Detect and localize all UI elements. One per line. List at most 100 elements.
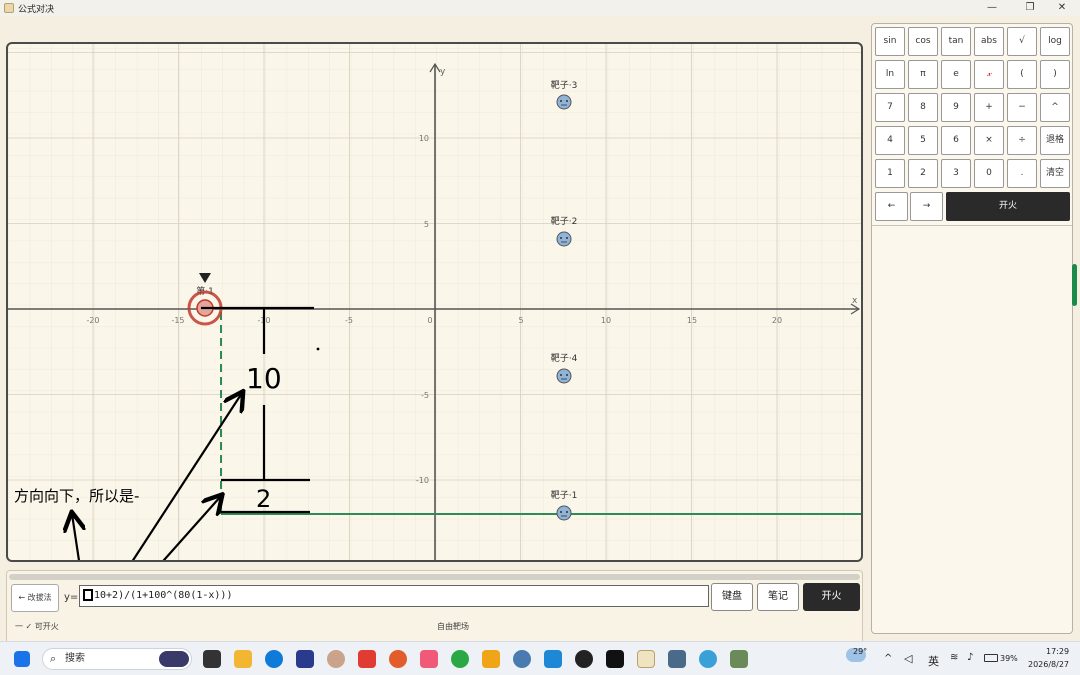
key-log[interactable]: log — [1040, 27, 1070, 56]
key-5[interactable]: 5 — [908, 126, 938, 155]
key-tan[interactable]: tan — [941, 27, 971, 56]
formula-duel-app-icon[interactable] — [637, 650, 655, 668]
send-icon[interactable]: ◁ — [904, 652, 912, 665]
key-power[interactable]: ^ — [1040, 93, 1070, 122]
key-close-paren[interactable]: ) — [1040, 60, 1070, 89]
calculator-icon[interactable] — [668, 650, 686, 668]
vscode-icon[interactable] — [544, 650, 562, 668]
key-1[interactable]: 1 — [875, 159, 905, 188]
x-tick: -20 — [86, 316, 99, 325]
annotation-two: 2 — [256, 485, 271, 513]
cursor-box — [83, 589, 93, 601]
close-button[interactable]: ✕ — [1050, 1, 1074, 15]
game-app-icon[interactable] — [730, 650, 748, 668]
side-scroll-handle[interactable] — [1072, 264, 1077, 306]
key-clear[interactable]: 清空 — [1040, 159, 1070, 188]
key-sin[interactable]: sin — [875, 27, 905, 56]
x-tick: 15 — [687, 316, 697, 325]
key-8[interactable]: 8 — [908, 93, 938, 122]
clock-time[interactable]: 17:29 — [1046, 647, 1069, 656]
key-7[interactable]: 7 — [875, 93, 905, 122]
x-tick: -5 — [345, 316, 353, 325]
f-app-icon[interactable] — [358, 650, 376, 668]
key-cos[interactable]: cos — [908, 27, 938, 56]
notes-button[interactable]: 笔记 — [757, 583, 799, 611]
y-tick: 10 — [419, 134, 429, 143]
key-pi[interactable]: π — [908, 60, 938, 89]
key-6[interactable]: 6 — [941, 126, 971, 155]
key-plus[interactable]: + — [974, 93, 1004, 122]
x-tick: -15 — [171, 316, 184, 325]
x-tick: 20 — [772, 316, 782, 325]
app-icon — [4, 3, 14, 13]
key-abs[interactable]: abs — [974, 27, 1004, 56]
horizontal-scrollbar[interactable] — [9, 574, 860, 580]
top-app-icon[interactable] — [606, 650, 624, 668]
y-tick: -5 — [421, 391, 429, 400]
file-explorer-icon[interactable] — [234, 650, 252, 668]
volume-icon[interactable]: ♪ — [967, 652, 973, 663]
y-tick: -10 — [416, 476, 429, 485]
qq-icon[interactable] — [575, 650, 593, 668]
graph-svg: x y -20 -15 -10 -5 0 5 10 15 20 10 5 -5 … — [8, 44, 861, 560]
fire-button[interactable]: 开火 — [803, 583, 860, 611]
key-open-paren[interactable]: ( — [1007, 60, 1037, 89]
x-tick: 0 — [427, 316, 432, 325]
tray-expand-icon[interactable]: ^ — [884, 653, 892, 664]
key-right-arrow[interactable]: → — [910, 192, 943, 221]
target-label: 靶子·4 — [551, 352, 578, 364]
window-title: 公式对决 — [18, 5, 55, 15]
key-dot[interactable]: . — [1007, 159, 1037, 188]
key-3[interactable]: 3 — [941, 159, 971, 188]
key-fire[interactable]: 开火 — [946, 192, 1070, 221]
green-app-icon[interactable] — [451, 650, 469, 668]
wifi-icon[interactable]: ≋ — [950, 652, 958, 663]
key-0[interactable]: 0 — [974, 159, 1004, 188]
keyboard-button[interactable]: 键盘 — [711, 583, 753, 611]
taskbar: ⌕ 搜索 29° ^ ◁ 英 ≋ ♪ 39% 17:29 2026/8/27 — [0, 641, 1080, 675]
key-2[interactable]: 2 — [908, 159, 938, 188]
keypad-panel: sin cos tan abs √ log ln π e 𝓍 ( ) 7 8 9… — [871, 23, 1073, 634]
restore-button[interactable]: ❐ — [1018, 1, 1042, 15]
key-minus[interactable]: − — [1007, 93, 1037, 122]
key-sqrt[interactable]: √ — [1007, 27, 1037, 56]
graph-canvas[interactable]: x y -20 -15 -10 -5 0 5 10 15 20 10 5 -5 … — [6, 42, 863, 562]
target-label: 靶子·3 — [551, 79, 578, 91]
search-placeholder: 搜索 — [65, 653, 85, 664]
yellow-app-icon[interactable] — [482, 650, 500, 668]
key-ln[interactable]: ln — [875, 60, 905, 89]
bilibili-icon[interactable] — [420, 650, 438, 668]
key-divide[interactable]: ÷ — [1007, 126, 1037, 155]
start-windows-icon[interactable] — [14, 651, 30, 667]
formula-panel: ← 改拔法 y= 10+2)/(1+100^(80(1-x))) 键盘 笔记 开… — [6, 570, 863, 650]
x-tick: 5 — [518, 316, 523, 325]
task-view-icon[interactable] — [203, 650, 221, 668]
formula-input[interactable]: 10+2)/(1+100^(80(1-x))) — [79, 585, 709, 607]
search-banner-icon — [159, 651, 189, 667]
edge-icon[interactable] — [265, 650, 283, 668]
key-backspace[interactable]: 退格 — [1040, 126, 1070, 155]
x-tick: 10 — [601, 316, 611, 325]
annotation-note: 方向向下，所以是- — [14, 487, 139, 505]
key-4[interactable]: 4 — [875, 126, 905, 155]
key-multiply[interactable]: × — [974, 126, 1004, 155]
clock-date[interactable]: 2026/8/27 — [1028, 660, 1069, 669]
weather-temp: 29° — [853, 647, 868, 656]
gear-app-icon[interactable] — [513, 650, 531, 668]
dev-app-icon[interactable] — [296, 650, 314, 668]
orange-app-icon[interactable] — [389, 650, 407, 668]
globe-app-icon[interactable] — [699, 650, 717, 668]
title-bar: 公式对决 — ❐ ✕ — [0, 0, 1080, 16]
ime-indicator[interactable]: 英 — [928, 653, 939, 669]
key-e[interactable]: e — [941, 60, 971, 89]
battery-icon[interactable] — [984, 654, 998, 662]
key-x[interactable]: 𝓍 — [974, 60, 1004, 89]
minimize-button[interactable]: — — [980, 1, 1004, 15]
keypad-divider — [872, 225, 1072, 226]
mode-switch-button[interactable]: ← 改拔法 — [11, 584, 59, 612]
taskbar-search[interactable]: ⌕ 搜索 — [42, 648, 192, 670]
key-9[interactable]: 9 — [941, 93, 971, 122]
avatar-app-icon[interactable] — [327, 650, 345, 668]
stray-dot — [316, 347, 320, 351]
key-left-arrow[interactable]: ← — [875, 192, 908, 221]
